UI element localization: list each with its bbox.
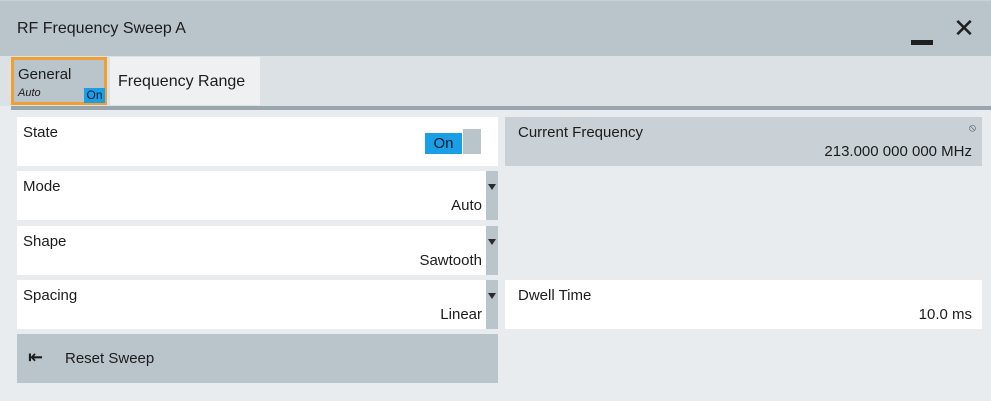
dropdown-arrow-icon[interactable]	[486, 280, 498, 329]
shape-label: Shape	[23, 233, 67, 250]
reset-sweep-label: Reset Sweep	[65, 350, 155, 367]
current-frequency-label: Current Frequency	[518, 124, 644, 141]
dwell-time-value[interactable]: 10.0 ms	[919, 306, 972, 323]
current-frequency-value: 213.000 000 000 MHz	[824, 143, 972, 160]
sweep-dialog: RF Frequency Sweep A ✕ General Auto On F…	[0, 0, 991, 401]
state-field[interactable]: State On	[17, 117, 498, 166]
reset-arrow-icon: ⇤	[28, 347, 44, 367]
dialog-title: RF Frequency Sweep A	[17, 20, 186, 37]
tab-general-mode: Auto	[18, 87, 41, 99]
tab-underline	[11, 106, 991, 110]
state-toggle-knob[interactable]	[463, 129, 481, 154]
spacing-label: Spacing	[23, 287, 78, 304]
readonly-icon: ⦸	[968, 122, 976, 134]
tab-frequency-range-label: Frequency Range	[118, 73, 246, 90]
state-toggle-on[interactable]: On	[425, 133, 462, 154]
tab-general[interactable]: General Auto On	[11, 57, 107, 105]
dropdown-arrow-icon[interactable]	[486, 171, 498, 220]
close-icon[interactable]: ✕	[951, 15, 977, 41]
mode-value: Auto	[451, 197, 482, 214]
tab-general-label: General	[18, 66, 72, 83]
tab-frequency-range[interactable]: Frequency Range	[110, 57, 260, 105]
reset-sweep-button[interactable]: ⇤ Reset Sweep	[17, 334, 498, 383]
shape-value: Sawtooth	[419, 252, 482, 269]
mode-label: Mode	[23, 178, 61, 195]
dwell-time-label: Dwell Time	[518, 287, 592, 304]
dropdown-arrow-icon[interactable]	[486, 226, 498, 275]
state-label: State	[23, 124, 59, 141]
tab-general-state-badge: On	[84, 88, 105, 103]
spacing-value: Linear	[440, 306, 482, 323]
current-frequency-field: Current Frequency ⦸ 213.000 000 000 MHz	[505, 117, 982, 166]
mode-select[interactable]: Mode Auto	[17, 171, 498, 220]
tab-strip: General Auto On Frequency Range	[0, 56, 991, 106]
minimize-icon[interactable]	[911, 40, 933, 45]
title-bar: RF Frequency Sweep A ✕	[0, 0, 991, 56]
dwell-time-field[interactable]: Dwell Time 10.0 ms	[505, 280, 982, 329]
shape-select[interactable]: Shape Sawtooth	[17, 226, 498, 275]
spacing-select[interactable]: Spacing Linear	[17, 280, 498, 329]
